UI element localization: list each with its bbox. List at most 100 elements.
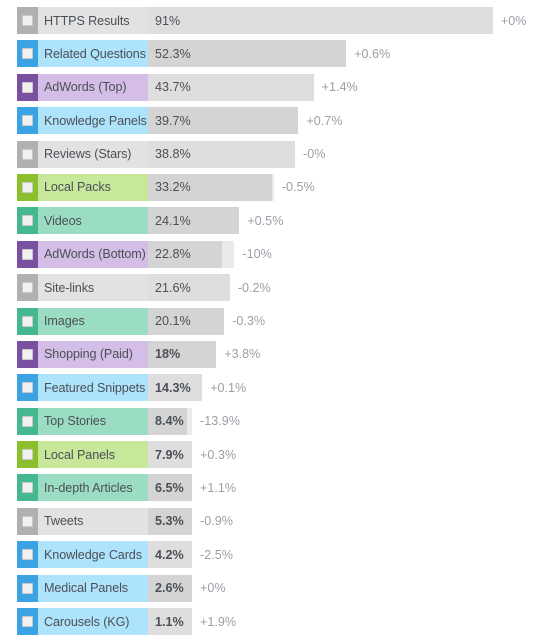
value-label: 39.7%	[155, 113, 191, 128]
checkbox-icon[interactable]	[22, 582, 33, 594]
chart-row-inner: Reviews (Stars) 38.8% -0%	[17, 140, 542, 168]
feature-label: Knowledge Panels	[44, 113, 147, 128]
feature-name-plate: Site-links	[38, 274, 148, 302]
accent-swatch	[17, 274, 38, 302]
chart-row[interactable]: Tweets 5.3% -0.9%	[0, 505, 542, 538]
delta-label: -0.5%	[281, 180, 315, 195]
feature-name-plate: AdWords (Top)	[38, 73, 148, 101]
feature-label-block[interactable]: Tweets	[17, 507, 148, 535]
chart-row[interactable]: Medical Panels 2.6% +0%	[0, 572, 542, 605]
delta-label: +0.3%	[200, 447, 237, 462]
feature-label: Shopping (Paid)	[44, 347, 133, 362]
checkbox-icon[interactable]	[22, 248, 33, 260]
value-label: 4.2%	[155, 547, 184, 562]
delta-label: -0.2%	[237, 280, 271, 295]
feature-label-block[interactable]: Reviews (Stars)	[17, 140, 148, 168]
feature-label-block[interactable]: Images	[17, 307, 148, 335]
chart-row[interactable]: Knowledge Panels 39.7% +0.7%	[0, 104, 542, 137]
feature-label: Reviews (Stars)	[44, 147, 132, 162]
feature-label-block[interactable]: Local Packs	[17, 173, 148, 201]
feature-name-plate: Reviews (Stars)	[38, 140, 148, 168]
checkbox-icon[interactable]	[22, 482, 33, 494]
accent-swatch	[17, 73, 38, 101]
chart-row[interactable]: In-depth Articles 6.5% +1.1%	[0, 471, 542, 504]
checkbox-icon[interactable]	[22, 515, 33, 527]
checkbox-icon[interactable]	[22, 449, 33, 461]
chart-row[interactable]: Local Panels 7.9% +0.3%	[0, 438, 542, 471]
feature-label: Medical Panels	[44, 581, 129, 596]
value-label: 21.6%	[155, 280, 191, 295]
checkbox-icon[interactable]	[22, 115, 33, 127]
feature-label-block[interactable]: AdWords (Top)	[17, 73, 148, 101]
chart-row[interactable]: Carousels (KG) 1.1% +1.9%	[0, 605, 542, 638]
checkbox-icon[interactable]	[22, 382, 33, 394]
accent-swatch	[17, 507, 38, 535]
chart-row[interactable]: Knowledge Cards 4.2% -2.5%	[0, 538, 542, 571]
feature-label-block[interactable]: Local Panels	[17, 441, 148, 469]
checkbox-icon[interactable]	[22, 48, 33, 60]
feature-label-block[interactable]: In-depth Articles	[17, 474, 148, 502]
delta-label: +0.5%	[247, 213, 284, 228]
feature-label-block[interactable]: Knowledge Cards	[17, 541, 148, 569]
feature-label: In-depth Articles	[44, 480, 133, 495]
chart-row[interactable]: Reviews (Stars) 38.8% -0%	[0, 138, 542, 171]
accent-swatch	[17, 574, 38, 602]
feature-label-block[interactable]: Top Stories	[17, 407, 148, 435]
feature-label-block[interactable]: Videos	[17, 207, 148, 235]
checkbox-icon[interactable]	[22, 15, 33, 26]
feature-label-block[interactable]: Knowledge Panels	[17, 107, 148, 135]
chart-row[interactable]: Images 20.1% -0.3%	[0, 305, 542, 338]
chart-row-inner: Shopping (Paid) 18% +3.8%	[17, 340, 542, 368]
value-label: 2.6%	[155, 581, 184, 596]
chart-row[interactable]: Videos 24.1% +0.5%	[0, 204, 542, 237]
feature-label: Local Packs	[44, 180, 111, 195]
checkbox-icon[interactable]	[22, 549, 33, 561]
value-label: 6.5%	[155, 480, 184, 495]
chart-row[interactable]: Featured Snippets 14.3% +0.1%	[0, 371, 542, 404]
checkbox-icon[interactable]	[22, 81, 33, 93]
chart-row-inner: Images 20.1% -0.3%	[17, 307, 542, 335]
chart-row[interactable]: AdWords (Bottom) 22.8% -10%	[0, 238, 542, 271]
checkbox-icon[interactable]	[22, 282, 33, 294]
checkbox-icon[interactable]	[22, 215, 33, 227]
feature-label-block[interactable]: HTTPS Results	[17, 7, 148, 34]
value-label: 33.2%	[155, 180, 191, 195]
value-label: 1.1%	[155, 614, 184, 629]
chart-row[interactable]: Site-links 21.6% -0.2%	[0, 271, 542, 304]
checkbox-icon[interactable]	[22, 315, 33, 327]
feature-label-block[interactable]: Related Questions	[17, 40, 148, 68]
feature-label: HTTPS Results	[44, 13, 130, 28]
feature-label-block[interactable]: Site-links	[17, 274, 148, 302]
checkbox-icon[interactable]	[22, 616, 33, 628]
feature-name-plate: Knowledge Panels	[38, 107, 148, 135]
checkbox-icon[interactable]	[22, 181, 33, 193]
chart-row[interactable]: Shopping (Paid) 18% +3.8%	[0, 338, 542, 371]
feature-label-block[interactable]: Featured Snippets	[17, 374, 148, 402]
value-bar: 21.6%	[148, 274, 230, 302]
checkbox-icon[interactable]	[22, 348, 33, 360]
delta-label: -10%	[242, 247, 272, 262]
chart-row-inner: AdWords (Bottom) 22.8% -10%	[17, 240, 542, 268]
accent-swatch	[17, 374, 38, 402]
feature-label-block[interactable]: AdWords (Bottom)	[17, 240, 148, 268]
feature-label-block[interactable]: Medical Panels	[17, 574, 148, 602]
chart-row[interactable]: Related Questions 52.3% +0.6%	[0, 37, 542, 70]
feature-name-plate: Shopping (Paid)	[38, 340, 148, 368]
chart-row[interactable]: Local Packs 33.2% -0.5%	[0, 171, 542, 204]
chart-row-inner: Knowledge Cards 4.2% -2.5%	[17, 541, 542, 569]
checkbox-icon[interactable]	[22, 148, 33, 160]
delta-label: -13.9%	[200, 414, 240, 429]
accent-swatch	[17, 474, 38, 502]
value-label: 5.3%	[155, 514, 184, 529]
chart-row[interactable]: HTTPS Results 91% +0%	[0, 4, 542, 37]
checkbox-icon[interactable]	[22, 415, 33, 427]
feature-label: Top Stories	[44, 414, 106, 429]
feature-label-block[interactable]: Shopping (Paid)	[17, 340, 148, 368]
serp-features-bar-chart: HTTPS Results 91% +0% Related Questions 52.3…	[0, 0, 542, 643]
feature-label-block[interactable]: Carousels (KG)	[17, 608, 148, 636]
chart-row[interactable]: AdWords (Top) 43.7% +1.4%	[0, 71, 542, 104]
chart-row-inner: Site-links 21.6% -0.2%	[17, 274, 542, 302]
chart-row[interactable]: Top Stories 8.4% -13.9%	[0, 405, 542, 438]
accent-swatch	[17, 608, 38, 636]
value-bar: 6.5%	[148, 474, 192, 502]
